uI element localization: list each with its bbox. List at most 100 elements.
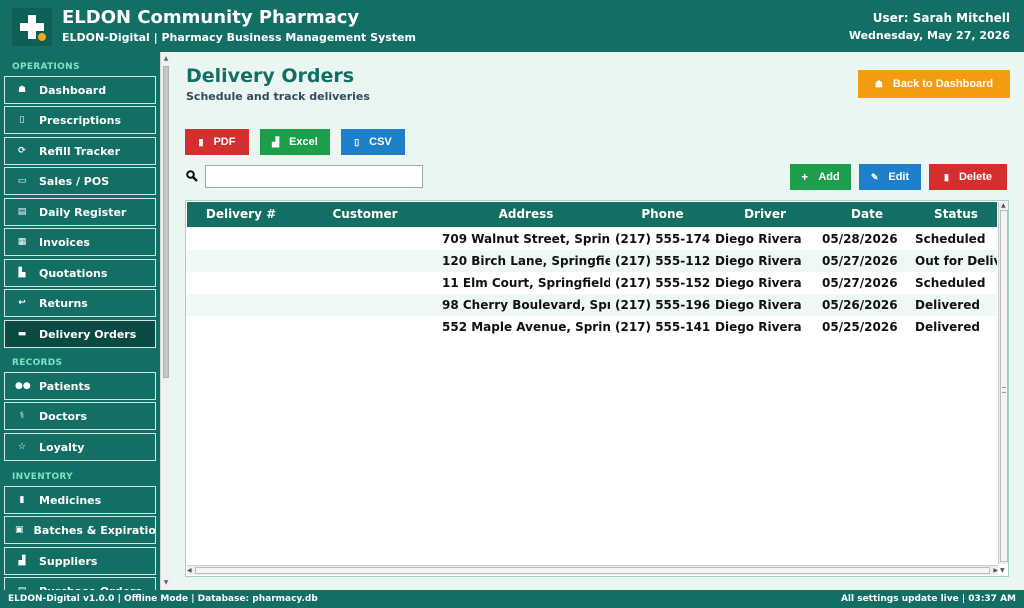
sidebar-item-quotations[interactable]: ▙ Quotations [4,259,156,287]
cell-address: 709 Walnut Street, Springfield [442,232,610,246]
cell-status: Delivered [915,320,980,334]
table-row[interactable]: 709 Walnut Street, Springfield (217) 555-… [187,228,997,250]
scroll-right-icon[interactable]: ▶ [993,567,998,575]
add-button[interactable]: + Add [790,164,851,190]
sidebar-item-label: Batches & Expiration [33,523,156,537]
back-to-dashboard-button[interactable]: ☗ Back to Dashboard [858,70,1010,98]
csv-label: CSV [369,136,392,148]
home-icon: ☗ [874,78,883,89]
scroll-up-icon[interactable]: ▲ [162,54,170,64]
return-icon: ↩ [18,298,26,308]
edit-button[interactable]: ✎ Edit [859,164,921,190]
export-excel-button[interactable]: ▟ Excel [260,129,330,155]
column-header-customer[interactable]: Customer [295,202,435,227]
sidebar-item-invoices[interactable]: ▦ Invoices [4,228,156,256]
table-row[interactable]: 120 Birch Lane, Springfield (217) 555-112… [187,250,997,272]
document-icon: ▮ [198,136,204,147]
sidebar-item-label: Delivery Orders [39,327,137,341]
delete-label: Delete [958,171,992,183]
sidebar-item-loyalty[interactable]: ☆ Loyalty [4,433,156,461]
app-title: ELDON Community Pharmacy [62,7,360,28]
table-horizontal-scrollbar[interactable]: ◀ ▶ [187,565,998,575]
cell-delivery-number [187,250,295,272]
sidebar-item-patients[interactable]: ●● Patients [4,372,156,400]
cell-driver: Diego Rivera [715,320,802,334]
cell-phone: (217) 555-1741 [615,232,710,246]
cell-customer [295,316,435,338]
cell-customer [295,272,435,294]
delivery-orders-table: Delivery # Customer Address Phone Driver… [185,200,1009,577]
column-header-status[interactable]: Status [915,202,997,227]
column-header-address[interactable]: Address [442,202,610,227]
sidebar-item-label: Loyalty [39,440,85,454]
status-left-text: ELDON-Digital v1.0.0 | Offline Mode | Da… [8,594,318,604]
search-input[interactable] [205,165,423,188]
sidebar-item-daily-register[interactable]: ▤ Daily Register [4,198,156,226]
table-row[interactable]: 11 Elm Court, Springfield, (217) 555-1525… [187,272,997,294]
table-vertical-scrollbar[interactable]: ▲ [998,202,1008,564]
sidebar-item-refill-tracker[interactable]: ⟳ Refill Tracker [4,137,156,165]
back-button-label: Back to Dashboard [892,78,994,90]
current-date: Wednesday, May 27, 2026 [848,29,1010,42]
scrollbar-thumb[interactable] [163,66,169,378]
box-icon: ▣ [15,525,24,535]
table-row[interactable]: 552 Maple Avenue, Springfield (217) 555-1… [187,316,997,338]
app-header: ELDON Community Pharmacy ELDON-Digital |… [0,0,1024,52]
truck-icon: ▬ [17,329,27,339]
horizontal-scrollbar-thumb[interactable] [195,567,990,574]
scroll-down-icon[interactable]: ▼ [162,578,170,588]
scroll-down-icon[interactable]: ▼ [1000,567,1005,575]
cell-address: 11 Elm Court, Springfield, [442,276,610,290]
sidebar-item-suppliers[interactable]: ▟ Suppliers [4,547,156,575]
cell-date: 05/27/2026 [822,254,898,268]
sidebar-item-dashboard[interactable]: ☗ Dashboard [4,76,156,104]
sidebar-item-sales-pos[interactable]: ▭ Sales / POS [4,167,156,195]
cell-phone: (217) 555-1969 [615,298,710,312]
search-icon [186,170,198,182]
column-header-phone[interactable]: Phone [615,202,710,227]
sidebar-item-medicines[interactable]: ▮ Medicines [4,486,156,514]
cell-driver: Diego Rivera [715,232,802,246]
sidebar-item-label: Daily Register [39,205,127,219]
cell-status: Scheduled [915,232,986,246]
column-header-driver[interactable]: Driver [715,202,815,227]
scroll-up-icon[interactable]: ▲ [1001,202,1006,210]
table-row[interactable]: 98 Cherry Boulevard, Springfield (217) 55… [187,294,997,316]
book-icon: ▤ [17,207,27,217]
sidebar-item-prescriptions[interactable]: ▯ Prescriptions [4,106,156,134]
cell-date: 05/25/2026 [822,320,898,334]
sidebar-item-label: Prescriptions [39,113,122,127]
section-title-inventory: INVENTORY [12,472,73,482]
cell-phone: (217) 555-1410 [615,320,710,334]
refresh-icon: ⟳ [18,146,26,156]
sidebar-item-doctors[interactable]: ⚕ Doctors [4,402,156,430]
cell-delivery-number [187,228,295,250]
column-header-date[interactable]: Date [822,202,912,227]
pill-icon: ▮ [19,495,25,505]
sidebar-scrollbar[interactable]: ▲ ▼ [160,52,170,590]
export-csv-button[interactable]: ▯ CSV [341,129,405,155]
cell-phone: (217) 555-1124 [615,254,710,268]
sidebar-item-label: Dashboard [39,83,107,97]
cell-status: Out for Delivery [915,254,997,268]
column-header-delivery-number[interactable]: Delivery # [187,202,295,227]
sidebar-item-returns[interactable]: ↩ Returns [4,289,156,317]
vertical-scrollbar-thumb[interactable] [1000,210,1008,562]
sidebar-item-batches-expiration[interactable]: ▣ Batches & Expiration [4,516,156,544]
sidebar-item-purchase-orders[interactable]: ▤Purchase Orders [4,577,156,590]
scroll-left-icon[interactable]: ◀ [187,567,192,575]
page-subtitle: Schedule and track deliveries [186,90,370,103]
cell-date: 05/26/2026 [822,298,898,312]
excel-label: Excel [289,136,318,148]
delete-button[interactable]: ▮ Delete [929,164,1007,190]
cell-address: 552 Maple Avenue, Springfield [442,320,610,334]
trash-icon: ▮ [944,171,949,182]
sidebar-item-delivery-orders[interactable]: ▬ Delivery Orders [4,320,156,348]
app-subtitle: ELDON-Digital | Pharmacy Business Manage… [62,31,416,44]
pharmacy-cross-logo-icon [12,8,52,46]
add-label: Add [818,171,840,183]
sidebar-item-label: Returns [39,296,88,310]
export-pdf-button[interactable]: ▮ PDF [185,129,249,155]
section-title-records: RECORDS [12,358,63,368]
receipt-icon: ▦ [17,237,27,247]
